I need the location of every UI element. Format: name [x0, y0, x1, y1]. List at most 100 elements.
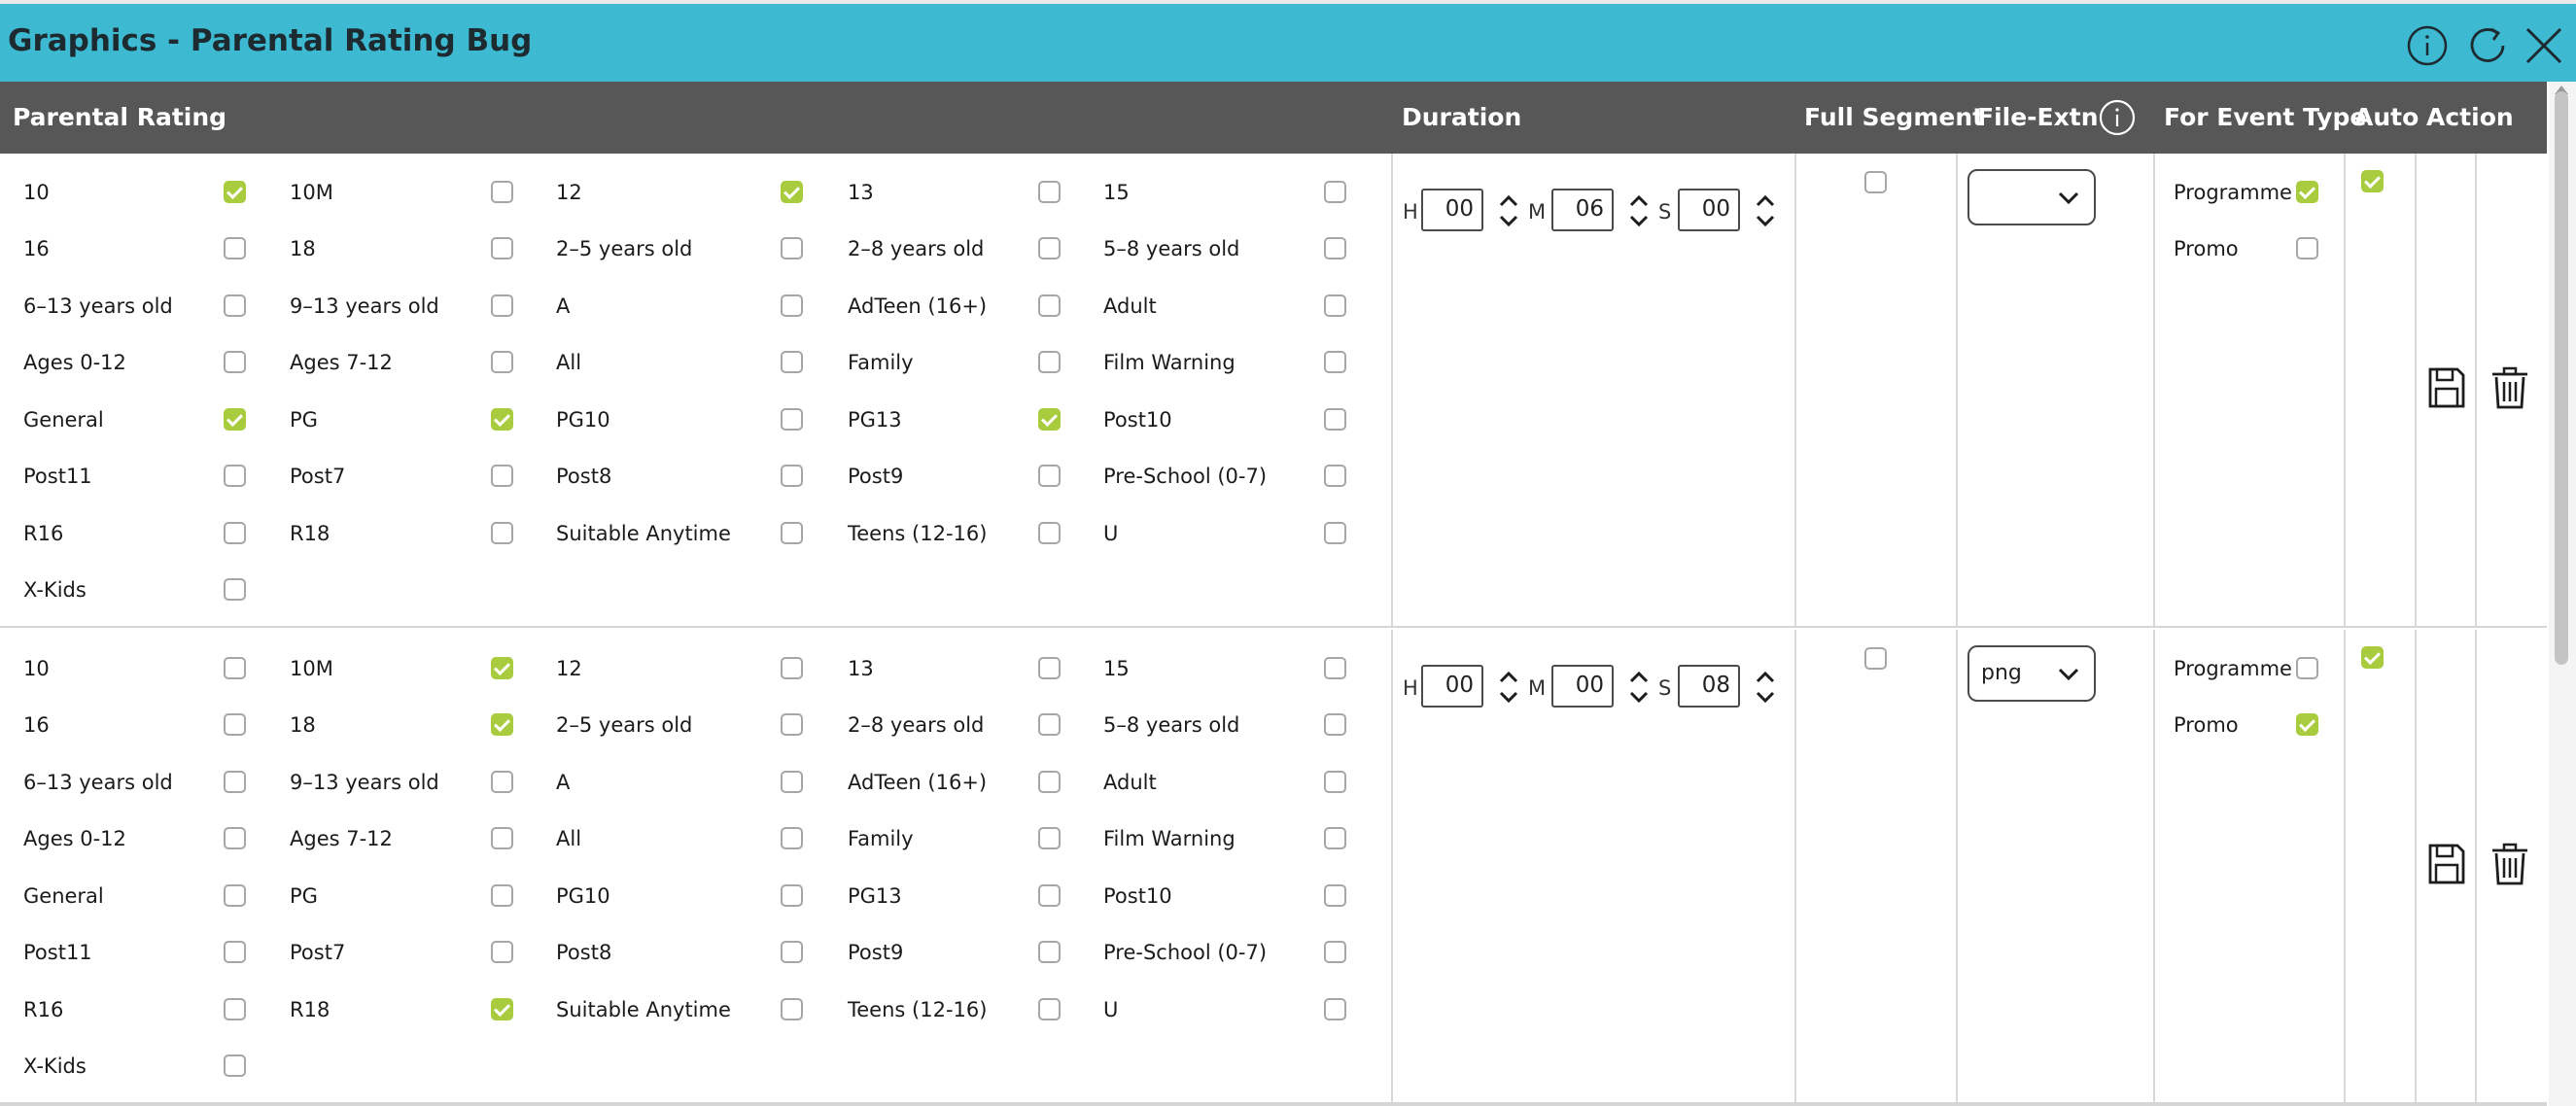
rating-checkbox[interactable] — [1324, 181, 1346, 203]
rating-checkbox[interactable] — [224, 465, 246, 487]
rating-checkbox[interactable] — [1324, 827, 1346, 849]
rating-checkbox[interactable] — [224, 827, 246, 849]
vertical-scrollbar[interactable] — [2549, 82, 2576, 1106]
file-extn-select[interactable]: png — [1967, 645, 2096, 702]
rating-checkbox[interactable] — [1038, 941, 1061, 963]
rating-checkbox[interactable] — [1324, 408, 1346, 431]
rating-checkbox[interactable] — [224, 408, 246, 431]
rating-checkbox[interactable] — [491, 884, 513, 907]
auto-checkbox[interactable] — [2361, 170, 2384, 192]
rating-checkbox[interactable] — [1324, 351, 1346, 373]
duration-h-input[interactable]: 00 — [1421, 189, 1483, 231]
event-type-checkbox[interactable] — [2296, 237, 2318, 259]
rating-checkbox[interactable] — [224, 884, 246, 907]
rating-checkbox[interactable] — [781, 884, 803, 907]
duration-m-input[interactable]: 06 — [1551, 189, 1614, 231]
full-segment-checkbox[interactable] — [1864, 171, 1887, 193]
delete-icon[interactable] — [2489, 842, 2530, 886]
scrollbar-thumb[interactable] — [2555, 91, 2568, 665]
rating-checkbox[interactable] — [1324, 294, 1346, 317]
duration-s-stepper-icon[interactable] — [1754, 665, 1777, 709]
rating-checkbox[interactable] — [224, 237, 246, 259]
rating-checkbox[interactable] — [1038, 181, 1061, 203]
event-type-checkbox[interactable] — [2296, 181, 2318, 203]
close-icon[interactable] — [2522, 23, 2566, 68]
rating-checkbox[interactable] — [1324, 998, 1346, 1020]
rating-checkbox[interactable] — [1038, 771, 1061, 793]
rating-checkbox[interactable] — [224, 522, 246, 544]
event-type-checkbox[interactable] — [2296, 657, 2318, 679]
rating-checkbox[interactable] — [781, 181, 803, 203]
rating-checkbox[interactable] — [491, 408, 513, 431]
rating-checkbox[interactable] — [781, 941, 803, 963]
duration-h-stepper-icon[interactable] — [1497, 665, 1520, 709]
rating-checkbox[interactable] — [491, 237, 513, 259]
duration-s-stepper-icon[interactable] — [1754, 189, 1777, 233]
rating-checkbox[interactable] — [1324, 884, 1346, 907]
rating-checkbox[interactable] — [491, 657, 513, 679]
file-extn-select[interactable] — [1967, 169, 2096, 225]
rating-checkbox[interactable] — [1324, 522, 1346, 544]
rating-checkbox[interactable] — [224, 657, 246, 679]
refresh-icon[interactable] — [2465, 23, 2510, 68]
duration-m-input[interactable]: 00 — [1551, 665, 1614, 708]
rating-checkbox[interactable] — [224, 941, 246, 963]
event-type-checkbox[interactable] — [2296, 713, 2318, 736]
rating-checkbox[interactable] — [1038, 294, 1061, 317]
rating-checkbox[interactable] — [491, 771, 513, 793]
rating-checkbox[interactable] — [491, 941, 513, 963]
rating-checkbox[interactable] — [224, 1054, 246, 1077]
rating-checkbox[interactable] — [781, 408, 803, 431]
rating-checkbox[interactable] — [491, 713, 513, 736]
rating-checkbox[interactable] — [1324, 657, 1346, 679]
rating-checkbox[interactable] — [781, 771, 803, 793]
rating-checkbox[interactable] — [1038, 713, 1061, 736]
rating-checkbox[interactable] — [491, 351, 513, 373]
duration-m-stepper-icon[interactable] — [1627, 665, 1651, 709]
duration-h-input[interactable]: 00 — [1421, 665, 1483, 708]
rating-checkbox[interactable] — [1324, 237, 1346, 259]
save-icon[interactable] — [2426, 365, 2467, 410]
auto-checkbox[interactable] — [2361, 646, 2384, 669]
duration-h-stepper-icon[interactable] — [1497, 189, 1520, 233]
duration-s-input[interactable]: 00 — [1678, 189, 1740, 231]
rating-checkbox[interactable] — [1038, 465, 1061, 487]
rating-checkbox[interactable] — [224, 713, 246, 736]
save-icon[interactable] — [2426, 842, 2467, 886]
rating-checkbox[interactable] — [781, 998, 803, 1020]
rating-checkbox[interactable] — [1038, 657, 1061, 679]
rating-checkbox[interactable] — [781, 237, 803, 259]
rating-checkbox[interactable] — [224, 351, 246, 373]
rating-checkbox[interactable] — [781, 713, 803, 736]
rating-checkbox[interactable] — [224, 578, 246, 601]
delete-icon[interactable] — [2489, 365, 2530, 410]
rating-checkbox[interactable] — [1324, 713, 1346, 736]
rating-checkbox[interactable] — [781, 294, 803, 317]
rating-checkbox[interactable] — [491, 998, 513, 1020]
rating-checkbox[interactable] — [781, 827, 803, 849]
rating-checkbox[interactable] — [224, 294, 246, 317]
rating-checkbox[interactable] — [781, 657, 803, 679]
rating-checkbox[interactable] — [781, 522, 803, 544]
rating-checkbox[interactable] — [1038, 884, 1061, 907]
rating-checkbox[interactable] — [491, 827, 513, 849]
rating-checkbox[interactable] — [491, 294, 513, 317]
rating-checkbox[interactable] — [224, 771, 246, 793]
rating-checkbox[interactable] — [224, 998, 246, 1020]
rating-checkbox[interactable] — [224, 181, 246, 203]
info-icon[interactable] — [2405, 23, 2450, 68]
rating-checkbox[interactable] — [781, 465, 803, 487]
rating-checkbox[interactable] — [1038, 827, 1061, 849]
duration-s-input[interactable]: 08 — [1678, 665, 1740, 708]
full-segment-checkbox[interactable] — [1864, 647, 1887, 670]
duration-m-stepper-icon[interactable] — [1627, 189, 1651, 233]
file-extn-info-icon[interactable] — [2098, 98, 2137, 137]
rating-checkbox[interactable] — [1038, 522, 1061, 544]
rating-checkbox[interactable] — [491, 181, 513, 203]
rating-checkbox[interactable] — [1038, 408, 1061, 431]
rating-checkbox[interactable] — [1324, 771, 1346, 793]
rating-checkbox[interactable] — [1038, 237, 1061, 259]
rating-checkbox[interactable] — [1324, 465, 1346, 487]
rating-checkbox[interactable] — [1324, 941, 1346, 963]
rating-checkbox[interactable] — [491, 465, 513, 487]
